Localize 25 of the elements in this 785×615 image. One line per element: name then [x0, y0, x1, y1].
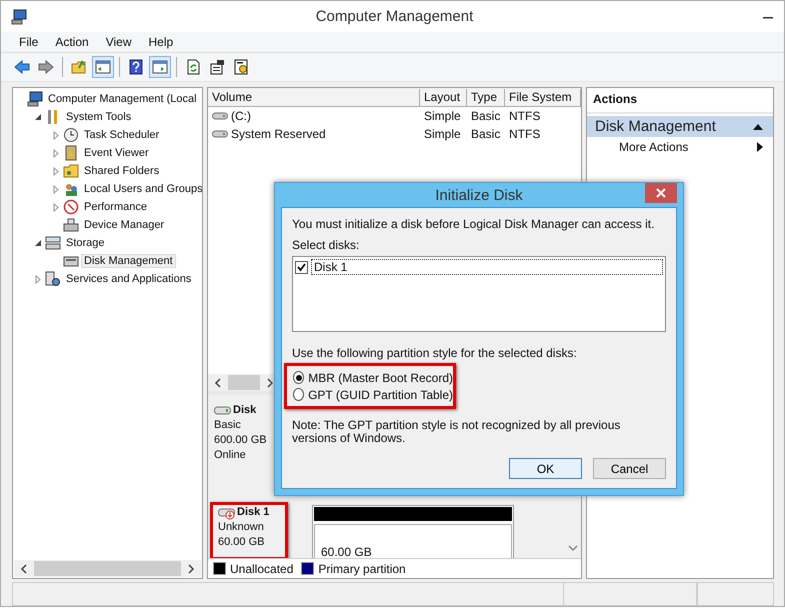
table-cell-text: Simple — [423, 127, 462, 141]
disk-detail: Unknown — [218, 520, 265, 535]
field-label: Select disks: — [292, 238, 360, 253]
table-cell-text: Basic — [470, 127, 502, 141]
field-label: Use the following partition style for the selected disks: — [292, 346, 578, 360]
table-cell-text: Basic — [470, 109, 502, 123]
table-cell-text: Simple — [423, 109, 462, 123]
actions-title: Actions — [587, 88, 773, 114]
table-cell: (C:) — [231, 109, 251, 123]
table-cell: System Reserved — [231, 127, 326, 141]
disk-detail: Online — [214, 448, 247, 463]
partition-size: 60.00 GB — [321, 545, 372, 558]
disk-label: Disk — [233, 403, 256, 418]
note-text: Note: The GPT partition style is not recognized by all previous versions of Windows. — [292, 419, 622, 445]
disk-label: Disk 1 — [237, 505, 270, 520]
legend-label: Unallocated — [230, 562, 294, 576]
dialog-title: Initialize Disk — [435, 186, 523, 204]
disk-detail: 600.00 GB — [214, 433, 268, 448]
disk-detail: 60.00 GB — [218, 535, 266, 550]
window-title: Computer Management — [314, 8, 474, 25]
disk-detail: Basic — [214, 418, 242, 433]
table-cell-text: NTFS — [508, 127, 542, 141]
dialog-message: You must initialize a disk before Logical Disk Manager can access it. — [292, 217, 656, 233]
legend-label: Primary partition — [318, 562, 406, 576]
table-cell-text: NTFS — [508, 109, 542, 123]
